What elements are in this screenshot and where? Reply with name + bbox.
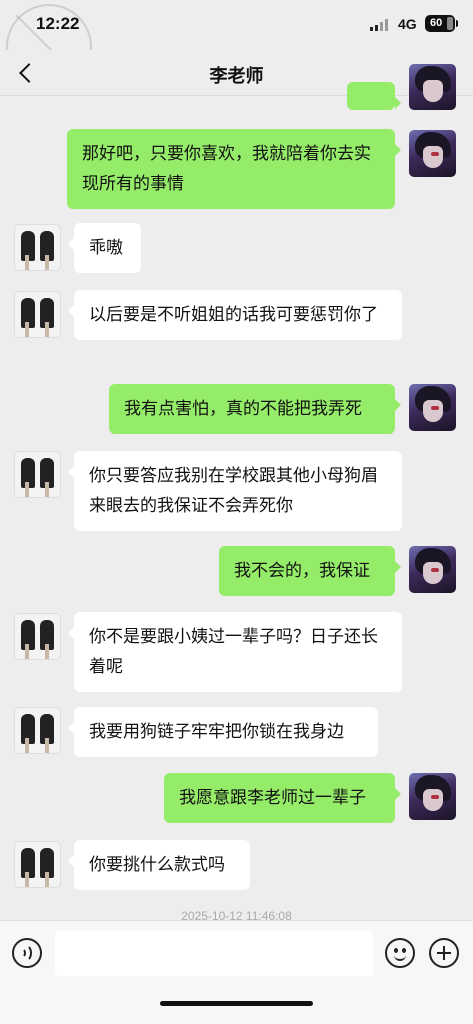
self-avatar[interactable] bbox=[409, 546, 456, 593]
contact-avatar[interactable] bbox=[14, 613, 61, 660]
contact-avatar[interactable] bbox=[14, 707, 61, 754]
contact-avatar[interactable] bbox=[14, 224, 61, 271]
input-bar bbox=[0, 920, 473, 1024]
message-bubble[interactable]: 你只要答应我别在学校跟其他小母狗眉来眼去的我保证不会弄死你 bbox=[68, 451, 402, 531]
message-bubble-partial[interactable] bbox=[347, 82, 401, 110]
message-bubble[interactable]: 你要挑什么款式吗 bbox=[68, 840, 250, 890]
message-bubble[interactable]: 那好吧，只要你喜欢，我就陪着你去实现所有的事情 bbox=[67, 129, 401, 209]
nav-bar: 李老师 bbox=[0, 50, 473, 96]
self-avatar[interactable] bbox=[409, 773, 456, 820]
signal-icon bbox=[370, 19, 390, 31]
self-avatar[interactable] bbox=[409, 384, 456, 431]
voice-icon[interactable] bbox=[12, 938, 42, 968]
plus-icon[interactable] bbox=[429, 938, 459, 968]
message-bubble[interactable]: 我不会的，我保证 bbox=[219, 546, 401, 596]
message-bubble[interactable]: 乖嗷 bbox=[68, 223, 141, 273]
contact-avatar[interactable] bbox=[14, 841, 61, 888]
message-bubble[interactable]: 我有点害怕，真的不能把我弄死 bbox=[109, 384, 401, 434]
message-bubble[interactable]: 你不是要跟小姨过一辈子吗？日子还长着呢 bbox=[68, 612, 402, 692]
message-bubble[interactable]: 我愿意跟李老师过一辈子 bbox=[164, 773, 401, 823]
chat-title: 李老师 bbox=[209, 66, 264, 86]
message-bubble[interactable]: 以后要是不听姐姐的话我可要惩罚你了 bbox=[68, 290, 402, 340]
contact-avatar[interactable] bbox=[14, 451, 61, 498]
message-input[interactable] bbox=[55, 931, 373, 976]
home-indicator[interactable] bbox=[160, 1001, 313, 1006]
battery-icon: 60 bbox=[425, 15, 458, 32]
emoji-icon[interactable] bbox=[385, 938, 415, 968]
network-label: 4G bbox=[398, 16, 417, 32]
battery-level: 60 bbox=[430, 17, 443, 29]
self-avatar-partial[interactable] bbox=[409, 64, 456, 110]
contact-avatar[interactable] bbox=[14, 291, 61, 338]
message-bubble[interactable]: 我要用狗链子牢牢把你锁在我身边 bbox=[68, 707, 378, 757]
self-avatar[interactable] bbox=[409, 130, 456, 177]
